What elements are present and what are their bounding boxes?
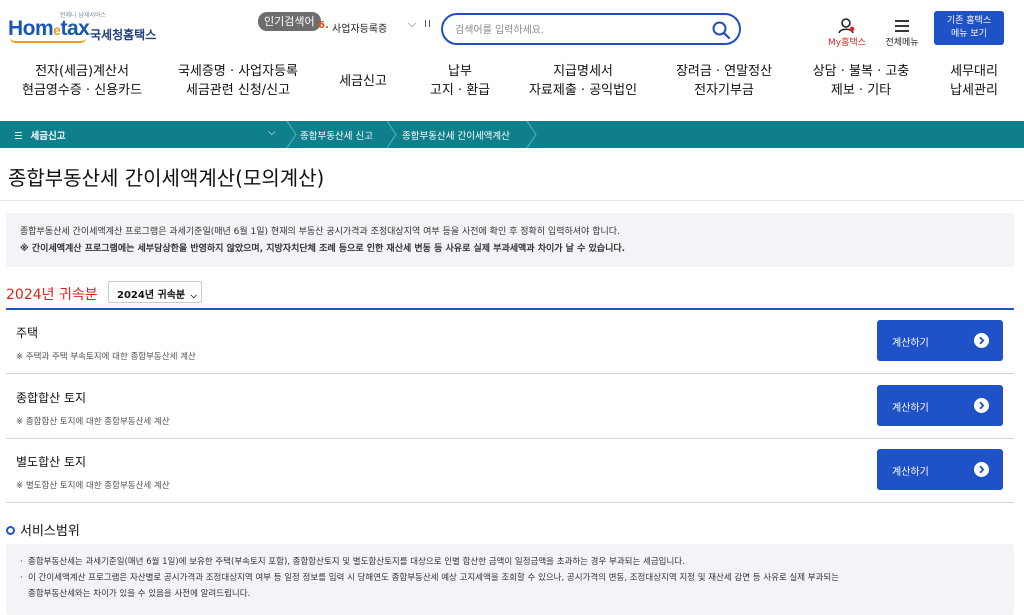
page-title: 종합부동산세 간이세액계산(모의계산) (8, 166, 325, 190)
nav-line1: 상담 · 불복 · 고충 (812, 64, 910, 79)
service-range-item-continued: 종합부동산세와는 차이가 있을 수 있음을 사전에 알려드립니다. (28, 589, 251, 599)
breadcrumb-item-current[interactable]: 종합부동산세 간이세액계산 (402, 128, 510, 142)
nav-line1: 국세증명 · 사업자등록 (177, 64, 299, 79)
nav-line2: 고지 · 환급 (429, 83, 491, 98)
search-bar (441, 13, 741, 45)
calculate-button[interactable]: 계산하기 (877, 385, 1003, 426)
nav-item-consultation[interactable]: 상담 · 불복 · 고충 제보 · 기타 (808, 62, 914, 100)
hometax-logo[interactable]: 언제나 납세서비스 Hometax 국세청홈택스 (8, 10, 158, 48)
chevron-down-icon: ⌵ (190, 291, 197, 300)
calc-row-title: 별도합산 토지 (16, 455, 87, 469)
nav-line2: 전자기부금 (694, 83, 754, 98)
service-range-item: 이 간이세액계산 프로그램은 자산별로 공시가격과 조정대상지역 여부 등 일정… (20, 570, 1000, 586)
nav-line1: 세무대리 (950, 64, 998, 79)
calc-row-title: 종합합산 토지 (16, 391, 87, 405)
hamburger-icon: ☰ (14, 131, 23, 142)
popular-search-word[interactable]: 사업자등록증 (332, 20, 387, 35)
old-hometax-menu-button[interactable]: 기존 홈택스 메뉴 보기 (934, 11, 1004, 45)
nav-item-tax-filing[interactable]: 세금신고 (330, 72, 396, 91)
nav-line2: 자료제출 · 공익법인 (528, 83, 638, 98)
chevron-down-icon[interactable]: ⌵ (268, 127, 276, 138)
service-range-item: 종합부동산세는 과세기준일(매년 6월 1일)에 보유한 주택(부속토지 포함)… (20, 554, 1000, 570)
all-menu-button[interactable]: 전체메뉴 (880, 18, 924, 52)
logo-swoosh (10, 38, 86, 43)
chevron-right-circle-icon (974, 398, 989, 413)
top-header: 언제나 납세서비스 Hometax 국세청홈택스 인기검색어 6. 사업자등록증… (0, 0, 1024, 56)
search-input[interactable] (455, 21, 695, 39)
main-navigation: 전자(세금)계산서 현금영수증 · 신용카드 국세증명 · 사업자등록 세금관련… (0, 58, 1024, 114)
year-select-value: 2024년 귀속분 (117, 290, 186, 301)
popular-search-rank: 6. (318, 20, 329, 31)
nav-item-tax-agent[interactable]: 세무대리 납세관리 (944, 62, 1004, 100)
hamburger-icon (895, 20, 909, 32)
breadcrumb-menu[interactable]: ☰ 세금신고 (14, 128, 66, 142)
logo-org-name: 국세청홈택스 (90, 28, 157, 42)
nav-item-payment[interactable]: 납부 고지 · 환급 (424, 62, 496, 100)
calculate-button-label: 계산하기 (892, 467, 929, 478)
my-hometax-label: My홈택스 (828, 38, 866, 48)
breadcrumb-separator (286, 121, 297, 148)
all-menu-label: 전체메뉴 (885, 38, 919, 48)
service-range-title: 서비스범위 (20, 524, 80, 539)
calc-row-separate-land: 별도합산 토지 ※ 별도합산 토지에 대한 종합부동산세 계산 계산하기 (6, 439, 1014, 503)
calc-row-description: ※ 별도합산 토지에 대한 종합부동산세 계산 (16, 481, 170, 491)
breadcrumb-menu-label: 세금신고 (30, 131, 66, 142)
breadcrumb-separator (386, 121, 397, 148)
breadcrumb-item[interactable]: 종합부동산세 신고 (300, 128, 373, 142)
chevron-right-circle-icon (974, 333, 989, 348)
my-hometax-button[interactable]: My홈택스 (824, 18, 870, 52)
nav-line1: 세금신고 (339, 74, 387, 89)
nav-line1: 전자(세금)계산서 (35, 64, 129, 79)
calc-row-housing: 주택 ※ 주택과 주택 부속토지에 대한 종합부동산세 계산 계산하기 (6, 310, 1014, 374)
nav-line1: 지급명세서 (553, 64, 613, 79)
nav-item-incentives[interactable]: 장려금 · 연말정산 전자기부금 (672, 62, 776, 100)
breadcrumb: ☰ 세금신고 ⌵ 종합부동산세 신고 종합부동산세 간이세액계산 (0, 121, 1024, 148)
popular-search-badge: 인기검색어 (258, 12, 321, 31)
calc-row-comprehensive-land: 종합합산 토지 ※ 종합합산 토지에 대한 종합부동산세 계산 계산하기 (6, 375, 1014, 439)
nav-line1: 장려금 · 연말정산 (675, 64, 773, 79)
calc-row-description: ※ 주택과 주택 부속토지에 대한 종합부동산세 계산 (16, 352, 196, 362)
nav-item-payment-statements[interactable]: 지급명세서 자료제출 · 공익법인 (526, 62, 640, 100)
notice-box: 종합부동산세 간이세액계산 프로그램은 과세기준일(매년 6월 1일) 현재의 … (6, 213, 1014, 267)
nav-line2: 납세관리 (950, 83, 998, 98)
calculate-button[interactable]: 계산하기 (877, 449, 1003, 490)
notice-line: 종합부동산세 간이세액계산 프로그램은 과세기준일(매년 6월 1일) 현재의 … (20, 227, 620, 237)
pause-icon[interactable]: II (424, 19, 432, 30)
calc-row-title: 주택 (16, 326, 39, 340)
nav-line2: 세금관련 신청/신고 (185, 83, 291, 98)
nav-line2: 현금영수증 · 신용카드 (22, 83, 143, 98)
service-range-heading: 서비스범위 (6, 520, 80, 539)
old-hometax-line1: 기존 홈택스 (946, 16, 992, 26)
breadcrumb-separator (526, 121, 537, 148)
calculate-button-label: 계산하기 (892, 403, 929, 414)
person-icon (838, 18, 855, 34)
calc-row-description: ※ 종합합산 토지에 대한 종합부동산세 계산 (16, 417, 170, 427)
service-range-box: 종합부동산세는 과세기준일(매년 6월 1일)에 보유한 주택(부속토지 포함)… (6, 544, 1014, 615)
nav-item-certificates[interactable]: 국세증명 · 사업자등록 세금관련 신청/신고 (176, 62, 300, 100)
old-hometax-line2: 메뉴 보기 (951, 29, 987, 39)
calculate-button-label: 계산하기 (892, 338, 929, 349)
divider (0, 200, 1024, 201)
nav-item-e-invoice[interactable]: 전자(세금)계산서 현금영수증 · 신용카드 (22, 62, 142, 100)
calculate-button[interactable]: 계산하기 (877, 320, 1003, 361)
notice-line: ※ 간이세액계산 프로그램에는 세부담상한을 반영하지 않았으며, 지방자치단체… (20, 244, 626, 254)
circle-bullet-icon (6, 526, 15, 535)
year-label: 2024년 귀속분 (6, 287, 98, 303)
year-select[interactable]: 2024년 귀속분 ⌵ (108, 281, 202, 303)
search-icon[interactable] (711, 20, 731, 40)
chevron-down-icon[interactable]: ⌵ (408, 17, 416, 31)
nav-line2: 제보 · 기타 (830, 83, 892, 98)
chevron-right-circle-icon (974, 462, 989, 477)
nav-line1: 납부 (448, 64, 472, 79)
